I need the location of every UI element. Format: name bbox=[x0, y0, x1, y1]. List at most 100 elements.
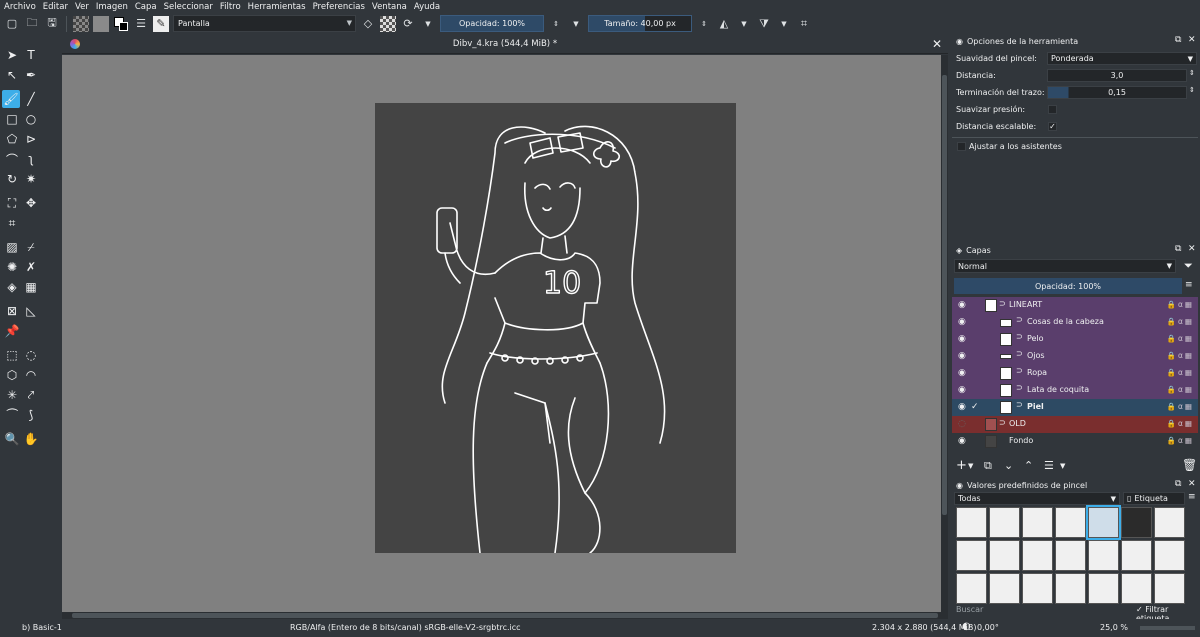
gradient-icon[interactable] bbox=[73, 15, 89, 32]
mirror-vertical-icon[interactable]: ⧩ bbox=[756, 16, 772, 32]
chevron-down-icon[interactable]: ▼ bbox=[968, 462, 973, 470]
document-tab[interactable]: Dibv_4.kra (544,4 MiB) * ✕ bbox=[62, 36, 948, 54]
move-down-icon[interactable]: ⌄ bbox=[1004, 459, 1013, 472]
layer-row[interactable]: ◌ ⊃ OLD 🔒α▦ bbox=[952, 416, 1198, 433]
brush-preset[interactable] bbox=[1055, 540, 1086, 571]
chevron-down-icon[interactable]: ▼ bbox=[1060, 462, 1065, 470]
pan-tool-icon[interactable]: ✋ bbox=[22, 430, 40, 448]
rotation-icon[interactable]: ◐ bbox=[962, 621, 971, 632]
edit-shapes-icon[interactable]: ↖ bbox=[3, 66, 21, 84]
vertical-scrollbar[interactable] bbox=[941, 55, 948, 612]
eye-icon[interactable]: ◉ bbox=[958, 402, 969, 412]
menu-icon[interactable]: ≡ bbox=[1188, 492, 1196, 502]
dynamic-brush-icon[interactable]: ↻ bbox=[3, 170, 21, 188]
select-shapes-icon[interactable]: ➤ bbox=[3, 46, 21, 64]
color-picker-icon[interactable]: ⌿ bbox=[22, 238, 40, 256]
layer-properties-icon[interactable]: 🔒α▦ bbox=[1167, 351, 1194, 360]
eye-icon[interactable]: ◉ bbox=[958, 300, 969, 310]
brush-settings-icon[interactable]: ☰ bbox=[133, 16, 149, 32]
freehand-brush-icon[interactable]: 🖌 bbox=[2, 90, 20, 108]
smooth-pressure-checkbox[interactable] bbox=[1048, 105, 1057, 114]
wrap-around-icon[interactable]: ⌗ bbox=[796, 16, 812, 32]
rect-select-icon[interactable]: ⬚ bbox=[3, 346, 21, 364]
save-icon[interactable]: 🖫 bbox=[44, 16, 60, 32]
magnetic-select-icon[interactable]: ⟆ bbox=[22, 406, 40, 424]
layer-properties-icon[interactable]: 🔒α▦ bbox=[1167, 436, 1194, 445]
zoom-tool-icon[interactable]: 🔍 bbox=[3, 430, 21, 448]
menu-ver[interactable]: Ver bbox=[75, 2, 89, 12]
spin-arrows-icon[interactable]: ⇕ bbox=[1189, 86, 1195, 94]
polyline-tool-icon[interactable]: ⊳ bbox=[22, 130, 40, 148]
zoom-value[interactable]: 25,0 % bbox=[1100, 623, 1128, 632]
measure-tool-icon[interactable]: ◺ bbox=[22, 302, 40, 320]
freehand-select-icon[interactable]: ◠ bbox=[22, 366, 40, 384]
menu-icon[interactable]: ≡ bbox=[1185, 280, 1193, 290]
layer-row-selected[interactable]: ◉ ✓ ⊃ Piel 🔒α▦ bbox=[952, 399, 1198, 416]
chevron-down-icon[interactable]: ▼ bbox=[776, 16, 792, 32]
text-tool-icon[interactable]: T bbox=[22, 46, 40, 64]
canvas[interactable]: 10 bbox=[375, 103, 736, 553]
layer-blend-select[interactable]: Normal ▼ bbox=[954, 259, 1176, 273]
chevron-down-icon[interactable]: ▼ bbox=[420, 16, 436, 32]
color-swatch-icon[interactable] bbox=[113, 16, 129, 32]
rectangle-tool-icon[interactable]: □ bbox=[3, 110, 21, 128]
scrollbar-thumb[interactable] bbox=[72, 613, 938, 618]
brush-preset[interactable] bbox=[1055, 507, 1086, 538]
layer-row[interactable]: ◉ ⊃ LINEART 🔒α▦ bbox=[952, 297, 1198, 314]
multibrush-icon[interactable]: ✷ bbox=[22, 170, 40, 188]
menu-filtro[interactable]: Filtro bbox=[220, 2, 241, 12]
float-panel-icon[interactable]: ⧉ bbox=[1175, 35, 1181, 45]
scalable-distance-checkbox[interactable]: ✓ bbox=[1048, 122, 1057, 131]
eye-icon[interactable]: ◉ bbox=[958, 334, 969, 344]
layer-row[interactable]: ◉ Fondo 🔒α▦ bbox=[952, 433, 1198, 450]
menu-editar[interactable]: Editar bbox=[43, 2, 68, 12]
fill-tool-icon[interactable]: ◈ bbox=[3, 278, 21, 296]
layer-row[interactable]: ◉ ⊃ Ojos 🔒α▦ bbox=[952, 348, 1198, 365]
brush-preset-icon[interactable]: ✎ bbox=[153, 15, 169, 32]
menu-seleccionar[interactable]: Seleccionar bbox=[164, 2, 213, 12]
float-panel-icon[interactable]: ⧉ bbox=[1175, 479, 1181, 489]
brush-preset[interactable] bbox=[1022, 507, 1053, 538]
brush-preset[interactable] bbox=[1154, 573, 1185, 604]
brush-preset[interactable] bbox=[1154, 507, 1185, 538]
new-document-icon[interactable]: ▢ bbox=[4, 16, 20, 32]
float-panel-icon[interactable]: ⧉ bbox=[1175, 244, 1181, 254]
ellipse-tool-icon[interactable]: ○ bbox=[22, 110, 40, 128]
layer-properties-icon[interactable]: 🔒α▦ bbox=[1167, 334, 1194, 343]
brush-preset[interactable] bbox=[956, 573, 987, 604]
eye-closed-icon[interactable]: ◌ bbox=[958, 419, 969, 429]
eye-icon[interactable]: ◉ bbox=[958, 436, 969, 446]
brush-preset[interactable] bbox=[956, 507, 987, 538]
properties-icon[interactable]: ☰ bbox=[1044, 459, 1054, 472]
calligraphy-icon[interactable]: ✒ bbox=[22, 66, 40, 84]
close-icon[interactable]: ✕ bbox=[1188, 479, 1196, 489]
crop-tool-icon[interactable]: ⌗ bbox=[3, 214, 21, 232]
layer-properties-icon[interactable]: 🔒α▦ bbox=[1167, 317, 1194, 326]
brush-preset[interactable] bbox=[1121, 507, 1152, 538]
brush-preset[interactable] bbox=[989, 540, 1020, 571]
line-tool-icon[interactable]: ╱ bbox=[22, 90, 40, 108]
zoom-slider[interactable] bbox=[1140, 626, 1195, 630]
freehand-path-icon[interactable]: ʅ bbox=[22, 150, 40, 168]
layer-row[interactable]: ◉ ⊃ Pelo 🔒α▦ bbox=[952, 331, 1198, 348]
eye-icon[interactable]: ◉ bbox=[958, 317, 969, 327]
snap-assistants-checkbox[interactable] bbox=[957, 142, 966, 151]
bezier-tool-icon[interactable]: ⌒ bbox=[3, 150, 21, 168]
brush-preset[interactable] bbox=[1121, 573, 1152, 604]
brush-search-input[interactable]: Buscar bbox=[956, 605, 983, 614]
menu-ventana[interactable]: Ventana bbox=[372, 2, 407, 12]
brush-preset[interactable] bbox=[1121, 540, 1152, 571]
move-tool-icon[interactable]: ✥ bbox=[22, 194, 40, 212]
layer-row[interactable]: ◉ ⊃ Lata de coquita 🔒α▦ bbox=[952, 382, 1198, 399]
close-icon[interactable]: ✕ bbox=[1188, 244, 1196, 254]
eye-icon[interactable]: ◉ bbox=[958, 351, 969, 361]
brush-preset[interactable] bbox=[1154, 540, 1185, 571]
alpha-lock-icon[interactable] bbox=[380, 15, 396, 32]
rotation-value[interactable]: 0,00° bbox=[977, 623, 999, 632]
canvas-area[interactable]: 10 bbox=[62, 55, 941, 612]
brush-preset[interactable] bbox=[1088, 540, 1119, 571]
transform-tool-icon[interactable]: ⛶ bbox=[3, 194, 21, 212]
spin-arrows-icon[interactable]: ⇕ bbox=[548, 16, 564, 32]
blend-mode-select[interactable]: Pantalla ▼ bbox=[173, 15, 356, 32]
brush-preset[interactable] bbox=[956, 540, 987, 571]
